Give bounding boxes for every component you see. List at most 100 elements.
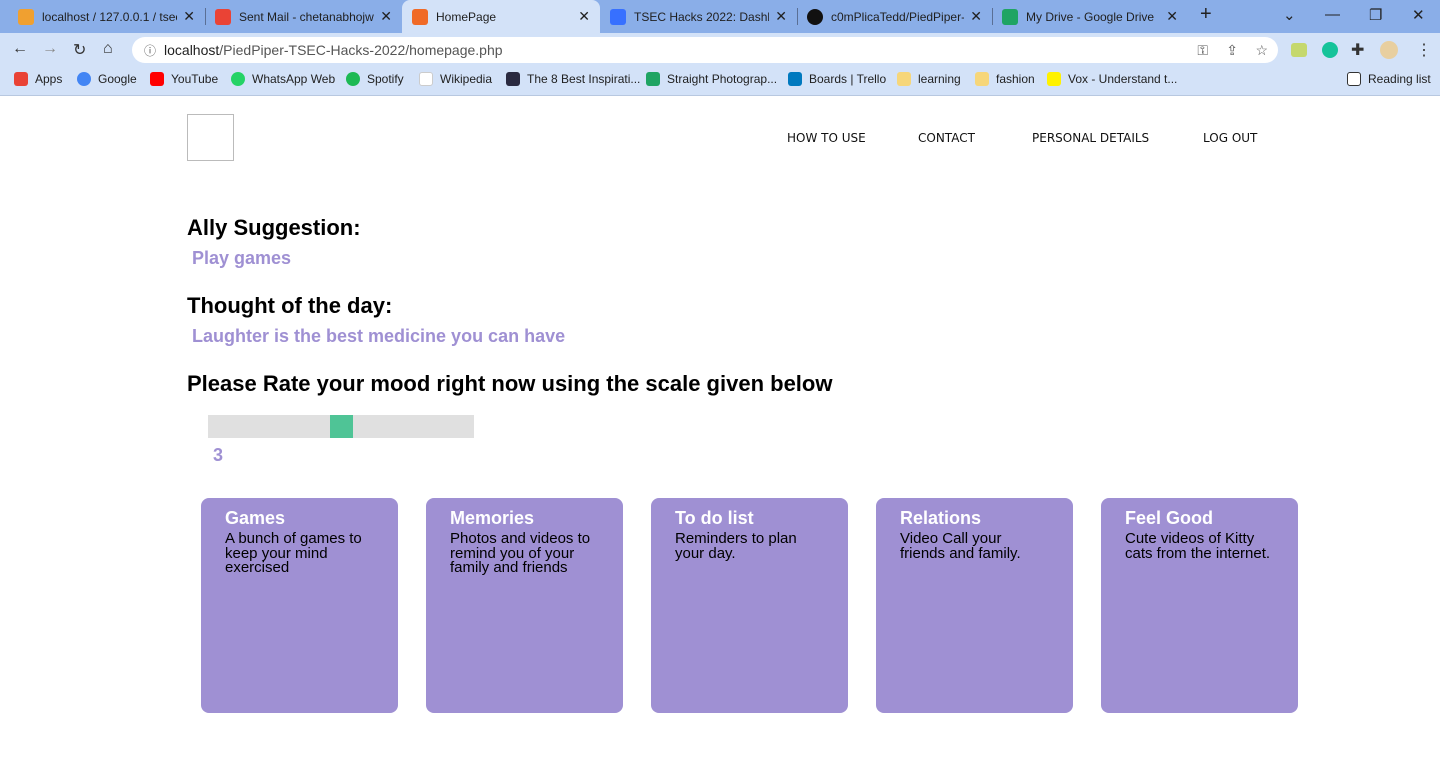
tab-title: TSEC Hacks 2022: Dashboard	[634, 9, 769, 24]
bookmark-google[interactable]: Google	[77, 72, 137, 86]
new-tab-button[interactable]: +	[1200, 3, 1212, 26]
bookmark-wikipedia[interactable]: Wikipedia	[419, 72, 492, 86]
star-icon[interactable]: ☆	[1255, 42, 1268, 59]
bookmark-label: Wikipedia	[440, 72, 493, 86]
thought-heading: Thought of the day:	[187, 293, 393, 318]
youtube-icon	[150, 72, 164, 86]
folder-icon	[897, 72, 911, 86]
nav-how-to-use[interactable]: HOW TO USE	[787, 131, 866, 145]
spotify-icon	[346, 72, 360, 86]
card-description: A bunch of games to keep your mind exerc…	[225, 530, 362, 576]
bookmark-folder-fashion[interactable]: fashion	[975, 72, 1035, 86]
reading-list-icon	[1347, 72, 1361, 86]
card-title: To do list	[675, 508, 754, 528]
mood-slider-thumb[interactable]	[329, 415, 353, 438]
mood-heading: Please Rate your mood right now using th…	[187, 371, 833, 396]
card-relations[interactable]: Relations Video Call your friends and fam…	[876, 498, 1073, 713]
close-tab-icon[interactable]: ✕	[775, 8, 787, 25]
close-window-button[interactable]: ✕	[1412, 6, 1425, 24]
browser-toolbar: ← → ↻ ⌂ ⓘ localhost/PiedPiper-TSEC-Hacks…	[0, 33, 1440, 66]
card-title: Relations	[900, 508, 982, 528]
extension-plant-icon[interactable]	[1291, 43, 1307, 57]
card-games[interactable]: Games A bunch of games to keep your mind …	[201, 498, 398, 713]
bookmark-drive[interactable]: Straight Photograp...	[646, 72, 777, 86]
nav-contact[interactable]: CONTACT	[918, 131, 975, 145]
card-feel-good[interactable]: Feel Good Cute videos of Kitty cats from …	[1101, 498, 1298, 713]
bookmark-label: learning	[918, 72, 961, 86]
restore-button[interactable]: ❐	[1369, 6, 1382, 24]
bookmark-inspiration[interactable]: The 8 Best Inspirati...	[506, 72, 640, 86]
browser-tab[interactable]: Sent Mail - chetanabhojwani ✕	[205, 0, 402, 33]
extensions-puzzle-icon[interactable]: ✚	[1351, 40, 1364, 60]
browser-tab[interactable]: localhost / 127.0.0.1 / tsech ✕	[8, 0, 205, 33]
profile-avatar[interactable]	[1380, 41, 1398, 59]
key-icon[interactable]: ⚿	[1197, 42, 1208, 59]
card-description: Cute videos of Kitty cats from the inter…	[1125, 530, 1271, 562]
card-description: Reminders to plan your day.	[675, 530, 797, 562]
tab-bar: localhost / 127.0.0.1 / tsech ✕ Sent Mail…	[0, 0, 1440, 33]
reading-list-button[interactable]: Reading list	[1347, 72, 1431, 86]
browser-tab[interactable]: My Drive - Google Drive ✕	[992, 0, 1188, 33]
url-path: /PiedPiper-TSEC-Hacks-2022/homepage.php	[219, 42, 503, 58]
back-icon[interactable]: ←	[12, 40, 28, 58]
minimize-button[interactable]: —	[1325, 6, 1340, 23]
close-tab-icon[interactable]: ✕	[380, 8, 392, 25]
card-memories[interactable]: Memories Photos and videos to remind you …	[426, 498, 623, 713]
bookmark-spotify[interactable]: Spotify	[346, 72, 404, 86]
site-logo-broken-image[interactable]	[187, 114, 234, 161]
forward-icon[interactable]: →	[42, 40, 58, 58]
close-tab-icon[interactable]: ✕	[1166, 8, 1178, 25]
url-host: localhost	[164, 42, 220, 58]
close-tab-icon[interactable]: ✕	[970, 8, 982, 25]
mood-slider[interactable]	[208, 415, 474, 438]
wikipedia-icon	[419, 72, 433, 86]
card-title: Feel Good	[1125, 508, 1214, 528]
tab-title: Sent Mail - chetanabhojwani	[239, 9, 374, 24]
bookmark-label: Apps	[35, 72, 63, 86]
address-bar[interactable]: ⓘ localhost/PiedPiper-TSEC-Hacks-2022/ho…	[132, 37, 1278, 63]
browser-tab[interactable]: TSEC Hacks 2022: Dashboard ✕	[600, 0, 797, 33]
google-icon	[77, 72, 91, 86]
gmail-icon	[215, 8, 231, 25]
menu-kebab-icon[interactable]: ⋮	[1416, 40, 1432, 60]
card-title: Memories	[450, 508, 535, 528]
nav-personal-details[interactable]: PERSONAL DETAILS	[1032, 131, 1149, 145]
grammarly-icon[interactable]	[1322, 42, 1338, 58]
trello-icon	[788, 72, 802, 86]
bookmark-whatsapp[interactable]: WhatsApp Web	[231, 72, 335, 86]
bookmark-apps[interactable]: Apps	[14, 72, 62, 86]
folder-icon	[975, 72, 989, 86]
bookmark-vox[interactable]: Vox - Understand t...	[1047, 72, 1177, 86]
phpmyadmin-icon	[18, 8, 34, 25]
nav-log-out[interactable]: LOG OUT	[1203, 131, 1257, 145]
share-icon[interactable]: ⇪	[1226, 42, 1238, 59]
browser-tab[interactable]: c0mPlicaTedd/PiedPiper-TSEC ✕	[797, 0, 992, 33]
bookmark-label: fashion	[996, 72, 1035, 86]
card-to-do-list[interactable]: To do list Reminders to plan your day.	[651, 498, 848, 713]
bookmark-label: The 8 Best Inspirati...	[527, 72, 641, 86]
site-icon	[506, 72, 520, 86]
bookmark-folder-learning[interactable]: learning	[897, 72, 961, 86]
info-icon: ⓘ	[144, 43, 157, 58]
reload-icon[interactable]: ↻	[73, 40, 86, 60]
close-tab-icon[interactable]: ✕	[183, 8, 195, 25]
ally-suggestion-value: Play games	[192, 248, 292, 268]
bookmark-label: Straight Photograp...	[667, 72, 778, 86]
bookmark-youtube[interactable]: YouTube	[150, 72, 218, 86]
browser-tab-active[interactable]: HomePage ✕	[402, 0, 600, 33]
close-tab-icon[interactable]: ✕	[578, 8, 590, 25]
card-title: Games	[225, 508, 286, 528]
ally-suggestion-heading: Ally Suggestion:	[187, 215, 361, 240]
home-icon[interactable]: ⌂	[103, 40, 113, 58]
bookmark-trello[interactable]: Boards | Trello	[788, 72, 886, 86]
bookmark-label: Spotify	[367, 72, 404, 86]
bookmark-label: Vox - Understand t...	[1068, 72, 1178, 86]
tab-title: localhost / 127.0.0.1 / tsech	[42, 9, 178, 24]
tab-title: HomePage	[436, 9, 497, 24]
tab-search-icon[interactable]: ⌄	[1283, 6, 1296, 24]
bookmark-label: Boards | Trello	[809, 72, 887, 86]
mood-value: 3	[213, 445, 224, 465]
github-icon	[807, 8, 823, 25]
reading-list-label: Reading list	[1368, 72, 1431, 86]
bookmarks-bar: Apps Google YouTube WhatsApp Web Spotify…	[0, 66, 1440, 96]
